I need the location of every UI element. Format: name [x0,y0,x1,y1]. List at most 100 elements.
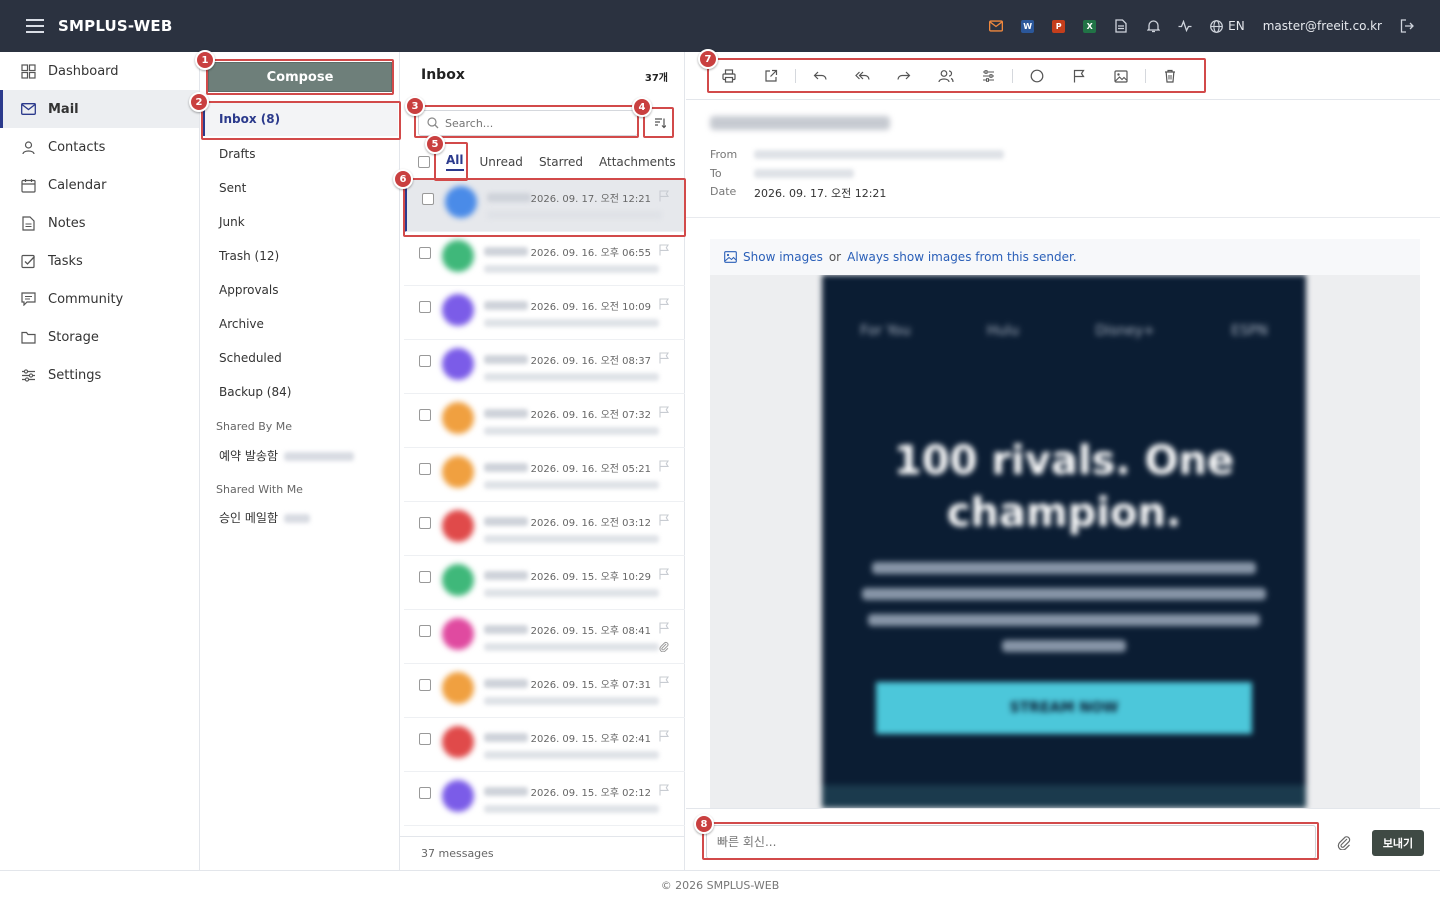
folder-sent[interactable]: Sent [219,181,246,195]
bell-icon[interactable] [1146,19,1160,33]
sender-name-blurred [484,463,528,472]
powerpoint-icon[interactable]: P [1052,19,1066,33]
flag-icon[interactable] [659,568,669,580]
excel-icon[interactable]: X [1083,19,1097,33]
sender-name-blurred [484,679,528,688]
email-list-item[interactable]: 2026. 09. 15. 오후 10:29 [404,556,685,610]
annotation-badge: 6 [393,169,413,189]
subject-preview-blurred [484,427,659,435]
flag-icon[interactable] [659,298,669,310]
flag-icon[interactable] [659,730,669,742]
flag-icon[interactable] [659,676,669,688]
always-show-images-link[interactable]: Always show images from this sender. [847,250,1077,264]
sidebar-item-community[interactable]: Community [0,280,199,318]
email-list-item[interactable]: 2026. 09. 16. 오후 06:55 [404,232,685,286]
email-checkbox[interactable] [419,625,431,637]
popout-button[interactable] [750,60,792,92]
filter-settings-button[interactable] [967,60,1009,92]
email-checkbox[interactable] [419,409,431,421]
email-checkbox[interactable] [419,679,431,691]
email-list-item[interactable]: 2026. 09. 15. 오후 07:31 [404,664,685,718]
folder-approvals[interactable]: Approvals [219,283,279,297]
folder-shared-by-me[interactable]: 예약 발송함 [219,447,355,464]
show-images-button[interactable] [1100,60,1142,92]
tab-attachments[interactable]: Attachments [599,155,676,169]
mail-icon[interactable] [989,19,1004,33]
document-icon[interactable] [1114,19,1128,33]
folder-drafts[interactable]: Drafts [219,147,256,161]
email-checkbox[interactable] [419,355,431,367]
body-headline: 100 rivals. One champion. [893,438,1235,536]
tab-starred[interactable]: Starred [539,155,583,169]
subject-preview-blurred [484,265,659,273]
message-body: For You Hulu Disney+ ESPN 100 rivals. On… [710,275,1420,808]
show-images-link[interactable]: Show images [743,250,823,264]
tab-all[interactable]: All [446,153,464,171]
flag-icon[interactable] [659,244,669,256]
sidebar-item-storage[interactable]: Storage [0,318,199,356]
send-button[interactable]: 보내기 [1372,830,1424,856]
hamburger-menu-icon[interactable] [26,19,44,33]
email-checkbox[interactable] [419,247,431,259]
reply-all-button[interactable] [841,60,883,92]
email-checkbox[interactable] [419,463,431,475]
word-icon[interactable]: W [1021,19,1035,33]
email-list-item[interactable]: 2026. 09. 15. 오후 02:12 [404,772,685,826]
email-list-item[interactable]: 2026. 09. 16. 오전 05:21 [404,448,685,502]
sidebar-item-dashboard[interactable]: Dashboard [0,52,199,90]
quick-reply-input[interactable] [717,835,1297,849]
email-date: 2026. 09. 16. 오전 05:21 [530,464,651,475]
email-list-item[interactable]: 2026. 09. 16. 오전 10:09 [404,286,685,340]
flag-button[interactable] [1058,60,1100,92]
email-list-item[interactable]: 2026. 09. 15. 오후 02:41 [404,718,685,772]
compose-button[interactable]: Compose [208,62,392,92]
sidebar-item-notes[interactable]: Notes [0,204,199,242]
flag-icon[interactable] [659,622,669,634]
flag-icon[interactable] [659,784,669,796]
delete-button[interactable] [1149,60,1191,92]
language-selector[interactable]: EN [1210,19,1245,33]
sidebar-item-contacts[interactable]: Contacts [0,128,199,166]
folder-scheduled[interactable]: Scheduled [219,351,282,365]
attach-button[interactable] [1336,834,1352,850]
email-list-item[interactable]: 2026. 09. 16. 오전 08:37 [404,340,685,394]
email-list-item[interactable]: 2026. 09. 15. 오후 08:41 [404,610,685,664]
logout-icon[interactable] [1400,19,1414,33]
sidebar-item-mail[interactable]: Mail [0,90,199,128]
flag-icon[interactable] [659,514,669,526]
select-all-checkbox[interactable] [418,156,430,168]
sidebar-item-calendar[interactable]: Calendar [0,166,199,204]
folder-shared-with-me[interactable]: 승인 메일함 [219,509,311,526]
email-checkbox[interactable] [419,301,431,313]
stream-now-button[interactable]: STREAM NOW [876,682,1252,734]
folder-backup[interactable]: Backup (84) [219,385,291,399]
activity-icon[interactable] [1178,19,1192,33]
email-list-item[interactable]: 2026. 09. 16. 오전 03:12 [404,502,685,556]
email-checkbox[interactable] [419,517,431,529]
user-email[interactable]: master@freeit.co.kr [1263,19,1382,33]
mark-read-button[interactable] [1016,60,1058,92]
flag-icon[interactable] [659,406,669,418]
sidebar-item-tasks[interactable]: Tasks [0,242,199,280]
forward-button[interactable] [883,60,925,92]
search-input[interactable] [445,116,625,130]
reply-button[interactable] [799,60,841,92]
tab-unread[interactable]: Unread [480,155,523,169]
email-list-item[interactable]: 2026. 09. 17. 오전 12:21 [404,178,685,232]
flag-icon[interactable] [659,352,669,364]
email-list-item[interactable]: 2026. 09. 16. 오전 07:32 [404,394,685,448]
flag-icon[interactable] [659,190,669,202]
email-checkbox[interactable] [419,733,431,745]
email-checkbox[interactable] [419,787,431,799]
add-contact-button[interactable] [925,60,967,92]
sort-button[interactable] [650,112,670,134]
email-checkbox[interactable] [419,571,431,583]
sidebar-item-settings[interactable]: Settings [0,356,199,394]
folder-archive[interactable]: Archive [219,317,264,331]
contacts-icon [938,70,954,83]
folder-inbox[interactable]: Inbox (8) [202,102,398,136]
flag-icon[interactable] [659,460,669,472]
folder-trash[interactable]: Trash (12) [219,249,279,263]
folder-junk[interactable]: Junk [219,215,245,229]
email-checkbox[interactable] [422,193,434,205]
